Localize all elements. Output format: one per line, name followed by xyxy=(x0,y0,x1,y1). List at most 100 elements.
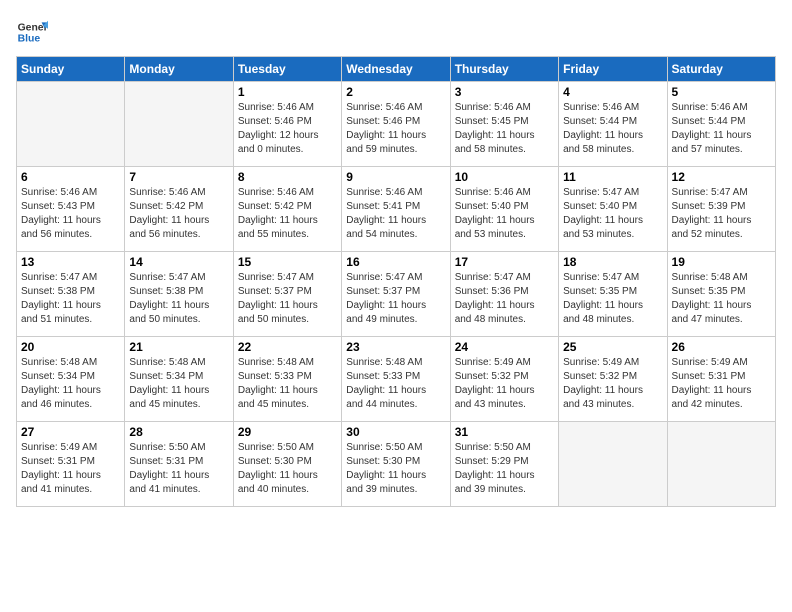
calendar-cell: 8 Sunrise: 5:46 AMSunset: 5:42 PMDaylight… xyxy=(233,167,341,252)
day-info: Sunrise: 5:48 AMSunset: 5:33 PMDaylight:… xyxy=(238,356,337,412)
day-number: 14 xyxy=(129,255,228,269)
calendar-cell: 28 Sunrise: 5:50 AMSunset: 5:31 PMDayligh… xyxy=(125,422,233,507)
calendar-cell: 4 Sunrise: 5:46 AMSunset: 5:44 PMDaylight… xyxy=(559,82,667,167)
day-info: Sunrise: 5:46 AMSunset: 5:42 PMDaylight:… xyxy=(129,186,228,242)
calendar-cell: 25 Sunrise: 5:49 AMSunset: 5:32 PMDayligh… xyxy=(559,337,667,422)
day-info: Sunrise: 5:47 AMSunset: 5:37 PMDaylight:… xyxy=(346,271,445,327)
calendar-cell: 26 Sunrise: 5:49 AMSunset: 5:31 PMDayligh… xyxy=(667,337,775,422)
calendar-cell: 21 Sunrise: 5:48 AMSunset: 5:34 PMDayligh… xyxy=(125,337,233,422)
day-info: Sunrise: 5:50 AMSunset: 5:30 PMDaylight:… xyxy=(238,441,337,497)
day-info: Sunrise: 5:46 AMSunset: 5:43 PMDaylight:… xyxy=(21,186,120,242)
calendar-cell: 14Sunrise: 5:47 AMSunset: 5:38 PMDayligh… xyxy=(125,252,233,337)
calendar-cell: 1 Sunrise: 5:46 AMSunset: 5:46 PMDaylight… xyxy=(233,82,341,167)
day-info: Sunrise: 5:46 AMSunset: 5:41 PMDaylight:… xyxy=(346,186,445,242)
day-info: Sunrise: 5:46 AMSunset: 5:40 PMDaylight:… xyxy=(455,186,554,242)
calendar-cell xyxy=(17,82,125,167)
day-info: Sunrise: 5:49 AMSunset: 5:32 PMDaylight:… xyxy=(455,356,554,412)
calendar-cell: 18Sunrise: 5:47 AMSunset: 5:35 PMDayligh… xyxy=(559,252,667,337)
day-info: Sunrise: 5:50 AMSunset: 5:30 PMDaylight:… xyxy=(346,441,445,497)
day-info: Sunrise: 5:47 AMSunset: 5:38 PMDaylight:… xyxy=(21,271,120,327)
day-info: Sunrise: 5:50 AMSunset: 5:31 PMDaylight:… xyxy=(129,441,228,497)
weekday-header-tuesday: Tuesday xyxy=(233,57,341,82)
day-info: Sunrise: 5:46 AMSunset: 5:45 PMDaylight:… xyxy=(455,101,554,157)
week-row-5: 27 Sunrise: 5:49 AMSunset: 5:31 PMDayligh… xyxy=(17,422,776,507)
calendar-cell: 6 Sunrise: 5:46 AMSunset: 5:43 PMDaylight… xyxy=(17,167,125,252)
day-number: 11 xyxy=(563,170,662,184)
svg-text:Blue: Blue xyxy=(18,34,41,45)
week-row-4: 20 Sunrise: 5:48 AMSunset: 5:34 PMDayligh… xyxy=(17,337,776,422)
weekday-header-saturday: Saturday xyxy=(667,57,775,82)
day-info: Sunrise: 5:49 AMSunset: 5:31 PMDaylight:… xyxy=(21,441,120,497)
day-info: Sunrise: 5:47 AMSunset: 5:37 PMDaylight:… xyxy=(238,271,337,327)
day-number: 27 xyxy=(21,425,120,439)
calendar-table: SundayMondayTuesdayWednesdayThursdayFrid… xyxy=(16,56,776,507)
day-number: 24 xyxy=(455,340,554,354)
weekday-header-thursday: Thursday xyxy=(450,57,558,82)
calendar-cell: 2Sunrise: 5:46 AMSunset: 5:46 PMDaylight… xyxy=(342,82,450,167)
calendar-cell: 22 Sunrise: 5:48 AMSunset: 5:33 PMDayligh… xyxy=(233,337,341,422)
weekday-header-friday: Friday xyxy=(559,57,667,82)
calendar-cell: 20 Sunrise: 5:48 AMSunset: 5:34 PMDayligh… xyxy=(17,337,125,422)
page-header: General Blue xyxy=(16,16,776,48)
weekday-header-wednesday: Wednesday xyxy=(342,57,450,82)
day-number: 26 xyxy=(672,340,771,354)
day-info: Sunrise: 5:47 AMSunset: 5:36 PMDaylight:… xyxy=(455,271,554,327)
day-info: Sunrise: 5:46 AMSunset: 5:42 PMDaylight:… xyxy=(238,186,337,242)
day-info: Sunrise: 5:48 AMSunset: 5:34 PMDaylight:… xyxy=(129,356,228,412)
day-number: 30 xyxy=(346,425,445,439)
weekday-header-sunday: Sunday xyxy=(17,57,125,82)
day-number: 2 xyxy=(346,85,445,99)
day-info: Sunrise: 5:48 AMSunset: 5:34 PMDaylight:… xyxy=(21,356,120,412)
day-number: 12 xyxy=(672,170,771,184)
calendar-cell: 16 Sunrise: 5:47 AMSunset: 5:37 PMDayligh… xyxy=(342,252,450,337)
week-row-1: 1 Sunrise: 5:46 AMSunset: 5:46 PMDaylight… xyxy=(17,82,776,167)
logo-icon: General Blue xyxy=(16,16,48,48)
calendar-cell: 23Sunrise: 5:48 AMSunset: 5:33 PMDayligh… xyxy=(342,337,450,422)
day-number: 1 xyxy=(238,85,337,99)
day-number: 22 xyxy=(238,340,337,354)
day-info: Sunrise: 5:46 AMSunset: 5:44 PMDaylight:… xyxy=(563,101,662,157)
day-info: Sunrise: 5:47 AMSunset: 5:35 PMDaylight:… xyxy=(563,271,662,327)
day-number: 20 xyxy=(21,340,120,354)
day-number: 25 xyxy=(563,340,662,354)
calendar-cell: 7Sunrise: 5:46 AMSunset: 5:42 PMDaylight… xyxy=(125,167,233,252)
day-info: Sunrise: 5:49 AMSunset: 5:31 PMDaylight:… xyxy=(672,356,771,412)
day-number: 4 xyxy=(563,85,662,99)
calendar-cell: 27 Sunrise: 5:49 AMSunset: 5:31 PMDayligh… xyxy=(17,422,125,507)
calendar-cell: 31Sunrise: 5:50 AMSunset: 5:29 PMDayligh… xyxy=(450,422,558,507)
calendar-cell: 5Sunrise: 5:46 AMSunset: 5:44 PMDaylight… xyxy=(667,82,775,167)
day-number: 13 xyxy=(21,255,120,269)
calendar-cell: 10 Sunrise: 5:46 AMSunset: 5:40 PMDayligh… xyxy=(450,167,558,252)
calendar-cell: 11 Sunrise: 5:47 AMSunset: 5:40 PMDayligh… xyxy=(559,167,667,252)
calendar-cell: 30 Sunrise: 5:50 AMSunset: 5:30 PMDayligh… xyxy=(342,422,450,507)
day-number: 21 xyxy=(129,340,228,354)
day-number: 29 xyxy=(238,425,337,439)
day-number: 8 xyxy=(238,170,337,184)
day-number: 28 xyxy=(129,425,228,439)
day-number: 10 xyxy=(455,170,554,184)
day-number: 15 xyxy=(238,255,337,269)
day-info: Sunrise: 5:46 AMSunset: 5:46 PMDaylight:… xyxy=(238,101,337,157)
day-number: 23 xyxy=(346,340,445,354)
weekday-header-row: SundayMondayTuesdayWednesdayThursdayFrid… xyxy=(17,57,776,82)
day-number: 31 xyxy=(455,425,554,439)
day-number: 17 xyxy=(455,255,554,269)
calendar-cell: 17 Sunrise: 5:47 AMSunset: 5:36 PMDayligh… xyxy=(450,252,558,337)
day-info: Sunrise: 5:47 AMSunset: 5:39 PMDaylight:… xyxy=(672,186,771,242)
day-info: Sunrise: 5:48 AMSunset: 5:35 PMDaylight:… xyxy=(672,271,771,327)
day-info: Sunrise: 5:49 AMSunset: 5:32 PMDaylight:… xyxy=(563,356,662,412)
weekday-header-monday: Monday xyxy=(125,57,233,82)
day-number: 6 xyxy=(21,170,120,184)
day-number: 5 xyxy=(672,85,771,99)
week-row-3: 13 Sunrise: 5:47 AMSunset: 5:38 PMDayligh… xyxy=(17,252,776,337)
calendar-cell: 15 Sunrise: 5:47 AMSunset: 5:37 PMDayligh… xyxy=(233,252,341,337)
calendar-cell: 3 Sunrise: 5:46 AMSunset: 5:45 PMDaylight… xyxy=(450,82,558,167)
calendar-cell: 29 Sunrise: 5:50 AMSunset: 5:30 PMDayligh… xyxy=(233,422,341,507)
day-number: 9 xyxy=(346,170,445,184)
logo: General Blue xyxy=(16,16,48,48)
day-number: 3 xyxy=(455,85,554,99)
day-number: 19 xyxy=(672,255,771,269)
day-info: Sunrise: 5:47 AMSunset: 5:40 PMDaylight:… xyxy=(563,186,662,242)
day-number: 16 xyxy=(346,255,445,269)
week-row-2: 6 Sunrise: 5:46 AMSunset: 5:43 PMDaylight… xyxy=(17,167,776,252)
